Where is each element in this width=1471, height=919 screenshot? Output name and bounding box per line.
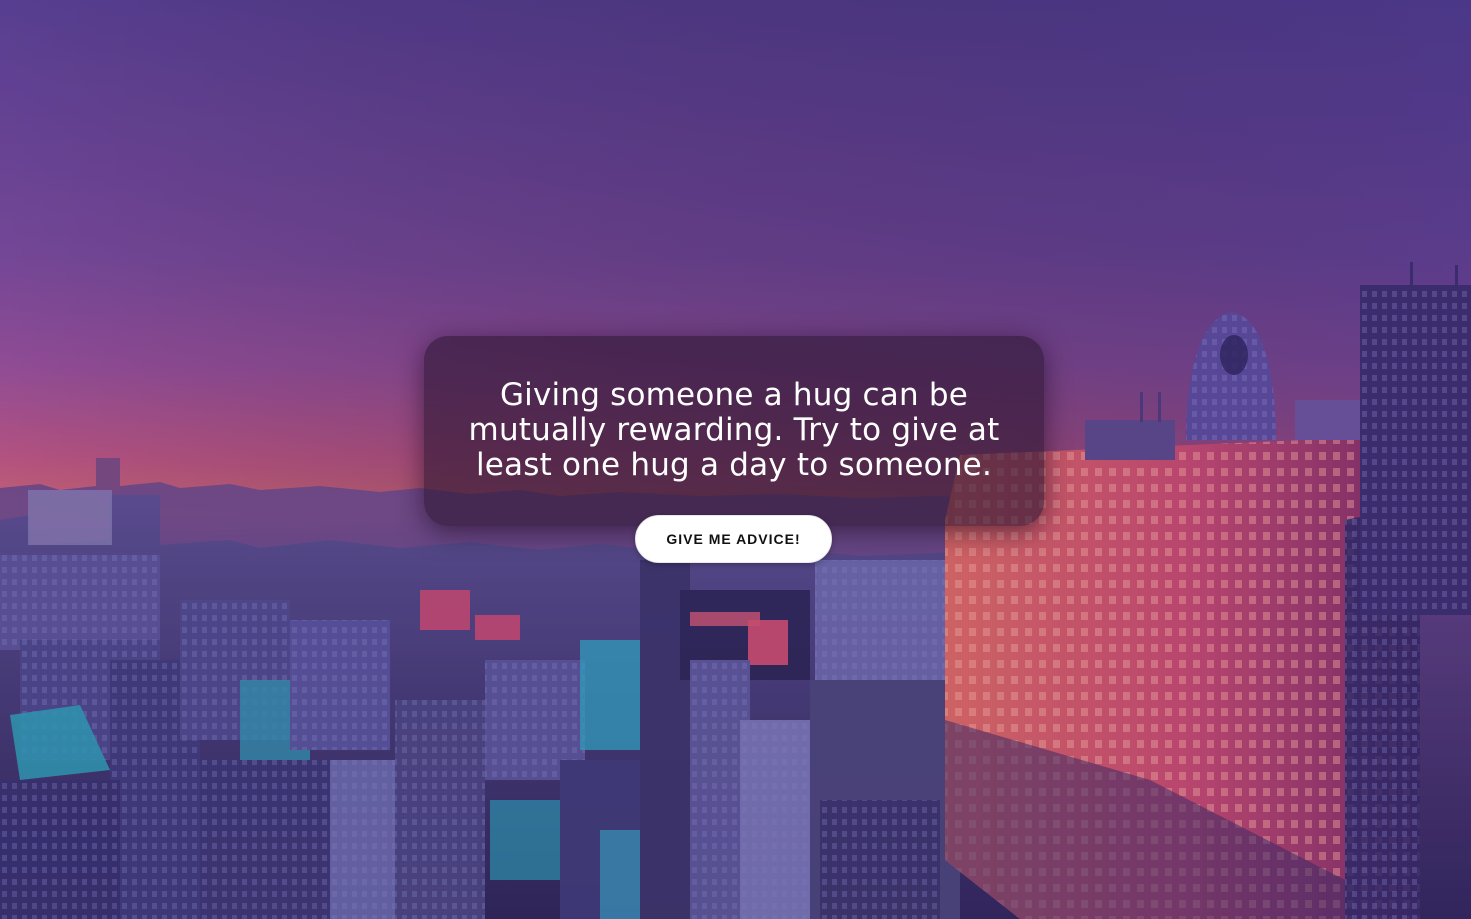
advice-quote-text: Giving someone a hug can be mutually rew… <box>468 377 1000 483</box>
give-me-advice-button[interactable]: GIVE ME ADVICE! <box>635 515 832 563</box>
